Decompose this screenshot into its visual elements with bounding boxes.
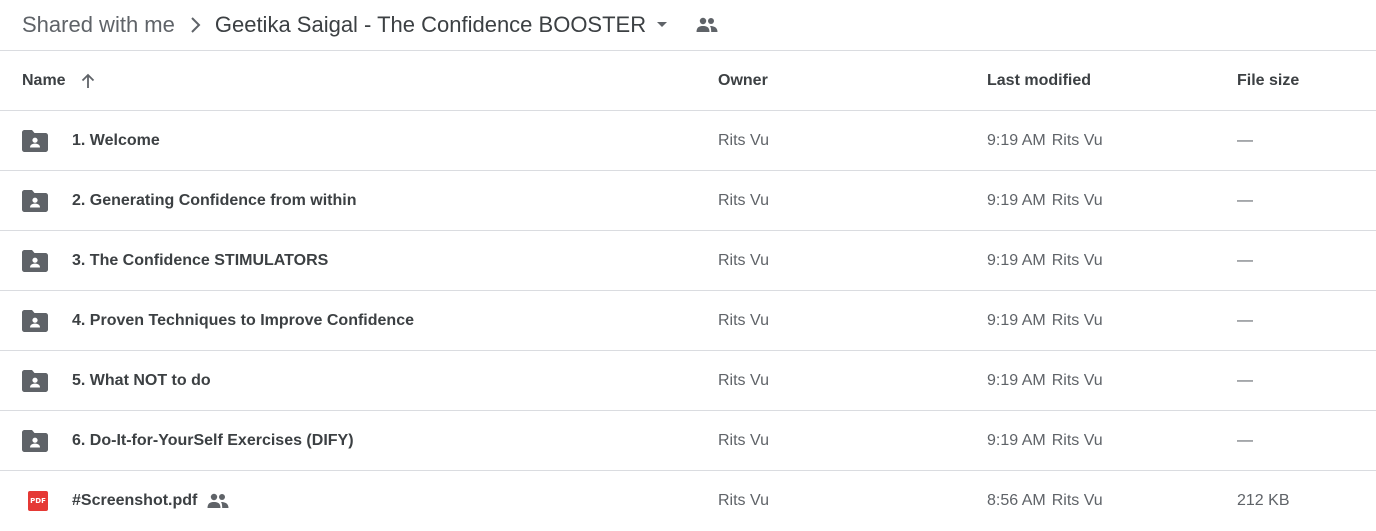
last-modified-cell: 9:19 AM Rits Vu	[987, 312, 1237, 330]
table-row[interactable]: 5. What NOT to do Rits Vu 9:19 AM Rits Vu —	[0, 351, 1376, 411]
breadcrumb: Shared with me Geetika Saigal - The Conf…	[0, 0, 1376, 51]
modified-by: Rits Vu	[1051, 251, 1103, 269]
name-cell: 3. The Confidence STIMULATORS	[0, 249, 718, 273]
file-name: 1. Welcome	[72, 131, 160, 149]
name-cell: 6. Do-It-for-YourSelf Exercises (DIFY)	[0, 429, 718, 453]
shared-folder-icon	[22, 309, 54, 333]
file-size-cell: —	[1237, 371, 1253, 389]
file-name: 3. The Confidence STIMULATORS	[72, 251, 329, 269]
last-modified-cell: 9:19 AM Rits Vu	[987, 432, 1237, 450]
last-modified-cell: 9:19 AM Rits Vu	[987, 372, 1237, 390]
last-modified-cell: 9:19 AM Rits Vu	[987, 252, 1237, 270]
owner-cell: Rits Vu	[718, 431, 769, 449]
name-cell: 1. Welcome	[0, 129, 718, 153]
shared-people-icon	[696, 17, 718, 33]
file-name: 5. What NOT to do	[72, 371, 211, 389]
table-row[interactable]: 4. Proven Techniques to Improve Confiden…	[0, 291, 1376, 351]
file-size-cell: —	[1237, 191, 1253, 209]
shared-folder-icon	[22, 369, 54, 393]
table-row[interactable]: PDF #Screenshot.pdf Rits Vu 8:56 AM Rits Vu 2…	[0, 471, 1376, 531]
file-name: 6. Do-It-for-YourSelf Exercises (DIFY)	[72, 431, 354, 449]
modified-by: Rits Vu	[1051, 311, 1103, 329]
column-last-modified[interactable]: Last modified	[987, 72, 1237, 90]
shared-folder-icon	[22, 129, 54, 153]
file-size-cell: —	[1237, 431, 1253, 449]
last-modified-cell: 8:56 AM Rits Vu	[987, 492, 1237, 510]
table-row[interactable]: 6. Do-It-for-YourSelf Exercises (DIFY) Ri…	[0, 411, 1376, 471]
sort-ascending-icon[interactable]	[80, 73, 96, 89]
table-row[interactable]: 1. Welcome Rits Vu 9:19 AM Rits Vu —	[0, 111, 1376, 171]
file-size-cell: 212 KB	[1237, 492, 1290, 509]
file-name: #Screenshot.pdf	[72, 492, 198, 509]
table-row[interactable]: 3. The Confidence STIMULATORS Rits Vu 9:19…	[0, 231, 1376, 291]
last-modified-cell: 9:19 AM Rits Vu	[987, 192, 1237, 210]
modified-time: 9:19 AM	[987, 251, 1046, 269]
modified-time: 8:56 AM	[987, 492, 1046, 509]
owner-cell: Rits Vu	[718, 311, 769, 329]
file-size-cell: —	[1237, 251, 1253, 269]
modified-time: 9:19 AM	[987, 431, 1046, 449]
column-name[interactable]: Name	[0, 72, 718, 90]
modified-by: Rits Vu	[1051, 431, 1103, 449]
pdf-icon: PDF	[22, 489, 54, 513]
modified-time: 9:19 AM	[987, 311, 1046, 329]
shared-people-icon	[207, 493, 229, 509]
modified-by: Rits Vu	[1051, 492, 1103, 509]
breadcrumb-current-folder[interactable]: Geetika Saigal - The Confidence BOOSTER	[215, 12, 646, 38]
last-modified-cell: 9:19 AM Rits Vu	[987, 132, 1237, 150]
table-header: Name Owner Last modified File size	[0, 51, 1376, 111]
name-cell: 5. What NOT to do	[0, 369, 718, 393]
file-list: 1. Welcome Rits Vu 9:19 AM Rits Vu —2. Gener…	[0, 111, 1376, 531]
owner-cell: Rits Vu	[718, 251, 769, 269]
shared-folder-icon	[22, 189, 54, 213]
chevron-right-icon	[175, 16, 215, 34]
column-owner[interactable]: Owner	[718, 72, 987, 90]
table-row[interactable]: 2. Generating Confidence from within Rits…	[0, 171, 1376, 231]
file-name: 4. Proven Techniques to Improve Confiden…	[72, 311, 414, 329]
owner-cell: Rits Vu	[718, 191, 769, 209]
modified-time: 9:19 AM	[987, 371, 1046, 389]
file-size-cell: —	[1237, 131, 1253, 149]
name-cell: PDF #Screenshot.pdf	[0, 489, 718, 513]
modified-by: Rits Vu	[1051, 191, 1103, 209]
breadcrumb-shared-with-me[interactable]: Shared with me	[22, 12, 175, 38]
column-name-label: Name	[22, 71, 66, 89]
modified-by: Rits Vu	[1051, 131, 1103, 149]
owner-cell: Rits Vu	[718, 371, 769, 389]
shared-folder-icon	[22, 249, 54, 273]
owner-cell: Rits Vu	[718, 131, 769, 149]
modified-by: Rits Vu	[1051, 371, 1103, 389]
caret-down-icon[interactable]	[656, 21, 668, 29]
file-size-cell: —	[1237, 311, 1253, 329]
file-name: 2. Generating Confidence from within	[72, 191, 357, 209]
modified-time: 9:19 AM	[987, 131, 1046, 149]
modified-time: 9:19 AM	[987, 191, 1046, 209]
owner-cell: Rits Vu	[718, 492, 769, 509]
name-cell: 2. Generating Confidence from within	[0, 189, 718, 213]
shared-folder-icon	[22, 429, 54, 453]
column-file-size[interactable]: File size	[1237, 72, 1376, 90]
name-cell: 4. Proven Techniques to Improve Confiden…	[0, 309, 718, 333]
